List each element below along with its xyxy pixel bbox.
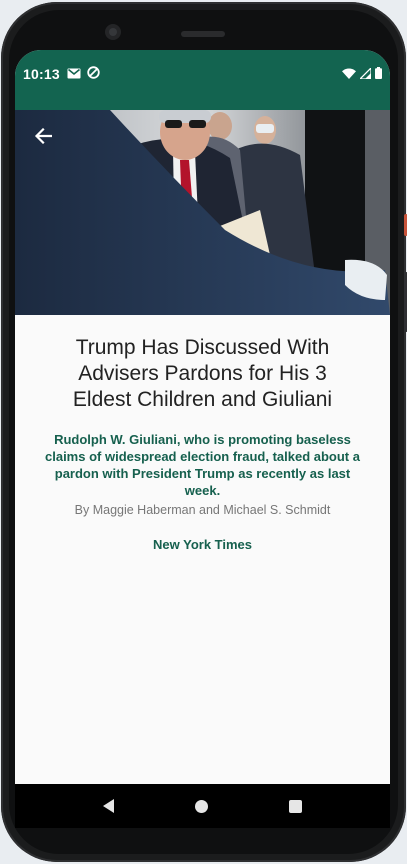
app-screen: 10:13 Trump Has Discussed With Advisers … (15, 50, 390, 828)
battery-icon (375, 66, 382, 84)
do-not-disturb-icon (87, 66, 100, 84)
nav-recents-icon[interactable] (288, 799, 302, 813)
news-photo (15, 110, 390, 315)
hero-image (15, 110, 390, 315)
nav-back-icon[interactable] (103, 799, 115, 813)
arrow-back-icon (34, 127, 53, 149)
status-notification-icons (67, 66, 100, 84)
article-body: Trump Has Discussed With Advisers Pardon… (15, 315, 390, 784)
wifi-icon (342, 66, 356, 84)
front-camera (105, 24, 121, 40)
system-navigation-bar (15, 784, 390, 828)
gmail-icon (67, 66, 81, 84)
article-source[interactable]: New York Times (39, 537, 366, 552)
status-system-icons (342, 66, 382, 84)
status-bar: 10:13 (15, 50, 390, 110)
article-byline: By Maggie Haberman and Michael S. Schmid… (74, 503, 331, 517)
signal-icon (358, 66, 372, 84)
nav-home-icon[interactable] (194, 799, 208, 813)
article-summary: Rudolph W. Giuliani, who is promoting ba… (45, 432, 360, 498)
status-time: 10:13 (23, 66, 60, 82)
earpiece-speaker (181, 31, 225, 37)
back-button[interactable] (29, 124, 57, 152)
article-headline: Trump Has Discussed With Advisers Pardon… (72, 336, 333, 411)
